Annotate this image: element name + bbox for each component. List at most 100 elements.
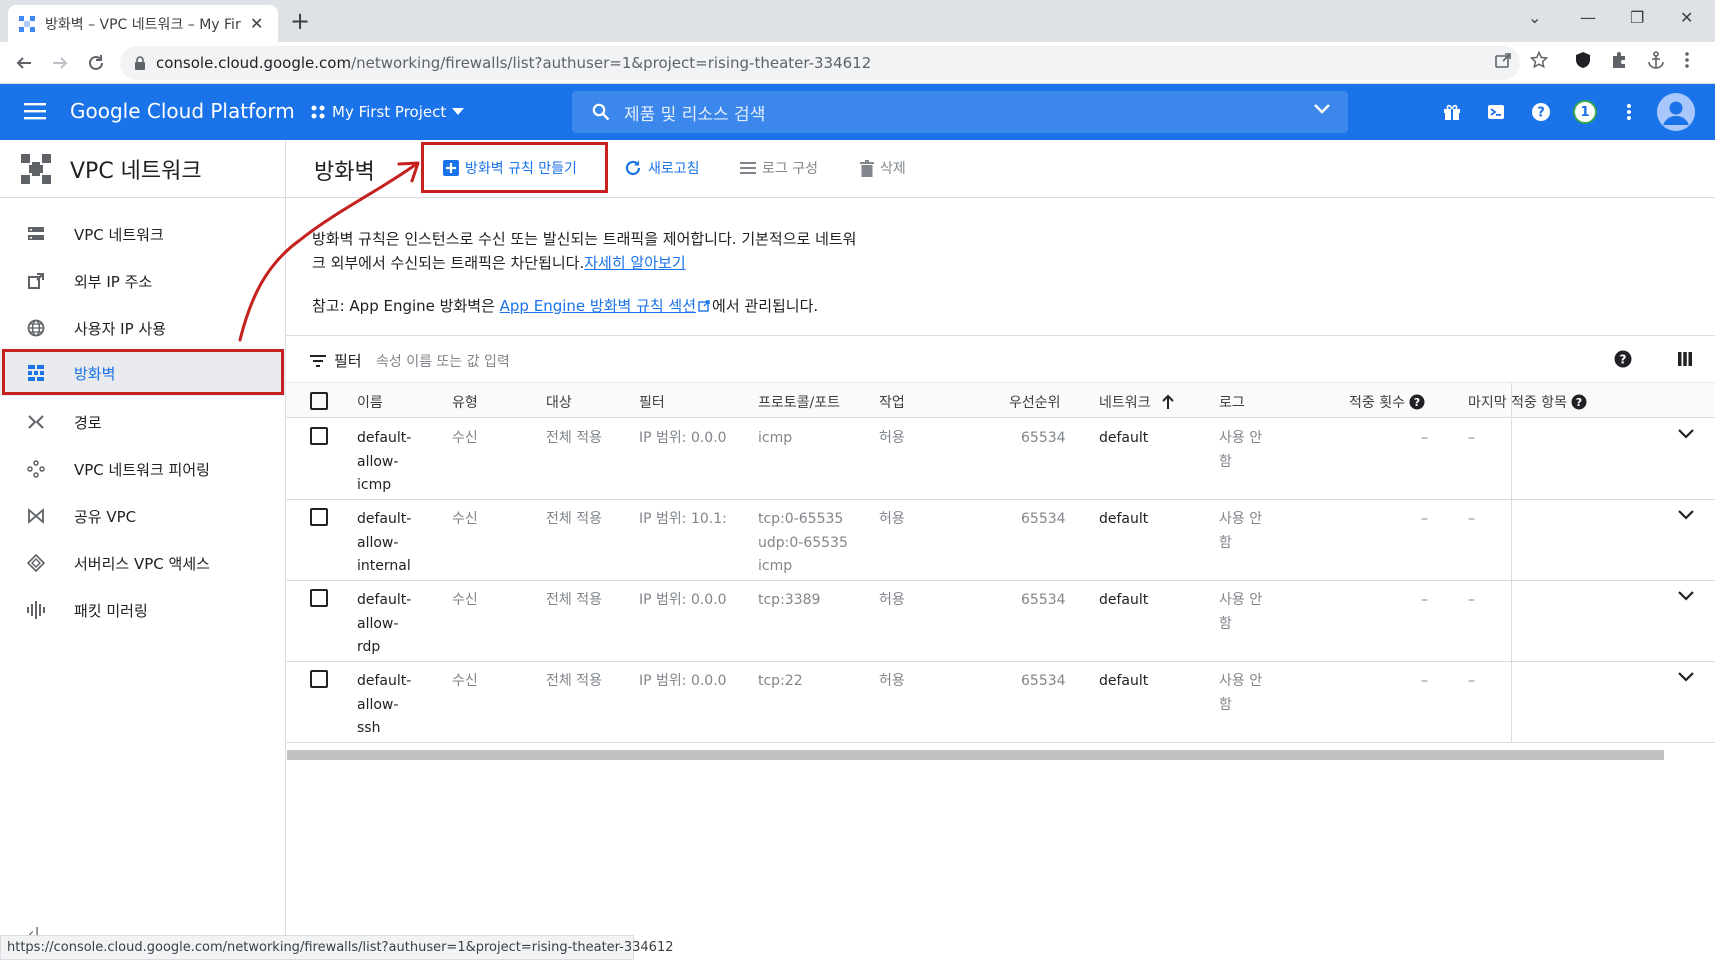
cell-targets: 전체 적용 bbox=[546, 592, 602, 608]
col-last-hit[interactable]: 마지막 적중 항목 ? bbox=[1468, 392, 1587, 412]
sidebar-item-serverless-vpc[interactable]: 서버리스 VPC 액세스 bbox=[0, 540, 286, 586]
sidebar-item-user-ip[interactable]: 사용자 IP 사용 bbox=[0, 305, 286, 351]
cell-network[interactable]: default bbox=[1099, 670, 1148, 694]
sidebar-item-label: 외부 IP 주소 bbox=[74, 272, 153, 291]
project-selector[interactable]: My First Project bbox=[310, 103, 465, 121]
sidebar-item-routes[interactable]: 경로 bbox=[0, 399, 286, 445]
configure-logs-button[interactable]: 로그 구성 bbox=[740, 158, 818, 178]
learn-more-link[interactable]: 자세히 알아보기 bbox=[584, 254, 685, 272]
row-checkbox[interactable] bbox=[310, 589, 328, 607]
restore-icon[interactable]: ❐ bbox=[1630, 8, 1644, 27]
notifications-badge[interactable]: 1 bbox=[1573, 100, 1597, 124]
cell-hit-count: – bbox=[1421, 673, 1428, 689]
expand-row-chevron-icon[interactable] bbox=[1678, 429, 1694, 439]
col-hit-count[interactable]: 적중 횟수 ? bbox=[1349, 392, 1425, 412]
column-divider bbox=[1511, 581, 1512, 661]
row-checkbox[interactable] bbox=[310, 670, 328, 688]
col-action[interactable]: 작업 bbox=[879, 392, 905, 412]
project-hierarchy-icon bbox=[310, 104, 326, 120]
select-all-checkbox[interactable] bbox=[310, 392, 328, 410]
cell-network[interactable]: default bbox=[1099, 427, 1148, 451]
sidebar-item-vpc-peering[interactable]: VPC 네트워크 피어링 bbox=[0, 446, 286, 492]
anchor-icon[interactable] bbox=[1647, 51, 1665, 69]
new-tab-icon[interactable]: + bbox=[290, 9, 310, 33]
col-type[interactable]: 유형 bbox=[452, 392, 478, 412]
avatar[interactable] bbox=[1657, 93, 1695, 131]
delete-button[interactable]: 삭제 bbox=[860, 158, 906, 178]
cell-type: 수신 bbox=[452, 592, 478, 608]
vpc-network-icon bbox=[26, 224, 46, 244]
expand-row-chevron-icon[interactable] bbox=[1678, 510, 1694, 520]
browser-tab[interactable]: 방화벽 – VPC 네트워크 – My First Project ✕ bbox=[8, 5, 278, 42]
sidebar-item-label: 서버리스 VPC 액세스 bbox=[74, 554, 210, 573]
hamburger-menu-icon[interactable] bbox=[24, 102, 46, 120]
cell-network[interactable]: default bbox=[1099, 508, 1148, 532]
filter-button[interactable]: 필터 bbox=[310, 350, 362, 371]
filter-input[interactable]: 속성 이름 또는 값 입력 bbox=[376, 351, 510, 371]
search-bar[interactable]: 제품 및 리소스 검색 bbox=[572, 91, 1348, 133]
sidebar-item-external-ip[interactable]: 외부 IP 주소 bbox=[0, 258, 286, 304]
cell-name[interactable]: default- allow- rdp bbox=[357, 589, 411, 660]
search-expand-chevron-icon[interactable] bbox=[1314, 104, 1330, 114]
sidebar-item-shared-vpc[interactable]: 공유 VPC bbox=[0, 493, 286, 539]
row-checkbox[interactable] bbox=[310, 427, 328, 445]
cell-name[interactable]: default- allow- ssh bbox=[357, 670, 411, 741]
app-engine-note: 참고: App Engine 방화벽은 App Engine 방화벽 규칙 섹션… bbox=[312, 297, 819, 315]
column-divider bbox=[1511, 383, 1512, 417]
app-engine-firewall-link[interactable]: App Engine 방화벽 규칙 섹션 bbox=[500, 297, 696, 315]
refresh-button[interactable]: 새로고침 bbox=[624, 158, 700, 178]
trash-icon bbox=[860, 159, 874, 177]
close-window-icon[interactable]: ✕ bbox=[1680, 8, 1693, 27]
minimize-icon[interactable]: — bbox=[1580, 8, 1596, 27]
cell-action: 허용 bbox=[879, 673, 905, 689]
cell-name[interactable]: default- allow- internal bbox=[357, 508, 411, 579]
col-logs[interactable]: 로그 bbox=[1219, 392, 1245, 412]
cell-action: 허용 bbox=[879, 511, 905, 527]
sidebar-item-packet-mirroring[interactable]: 패킷 미러링 bbox=[0, 587, 286, 633]
table-row: default- allow- ssh 수신 전체 적용 IP 범위: 0.0.… bbox=[286, 662, 1715, 743]
search-input[interactable]: 제품 및 리소스 검색 bbox=[624, 100, 765, 125]
col-network[interactable]: 네트워크 bbox=[1099, 392, 1175, 412]
col-targets[interactable]: 대상 bbox=[546, 392, 572, 412]
cell-protocols: icmp bbox=[758, 430, 793, 446]
help-icon[interactable]: ? bbox=[1571, 394, 1587, 410]
row-checkbox[interactable] bbox=[310, 508, 328, 526]
cell-priority: 65534 bbox=[1021, 673, 1066, 689]
url-text: console.cloud.google.com/networking/fire… bbox=[156, 54, 872, 72]
cell-protocols: tcp:0-65535 udp:0-65535 icmp bbox=[758, 511, 848, 574]
bookmark-star-icon[interactable] bbox=[1530, 51, 1548, 69]
gift-icon[interactable] bbox=[1440, 100, 1464, 124]
lock-icon bbox=[134, 56, 146, 70]
expand-row-chevron-icon[interactable] bbox=[1678, 591, 1694, 601]
share-icon[interactable] bbox=[1494, 51, 1512, 69]
help-icon[interactable]: ? bbox=[1409, 394, 1425, 410]
reload-icon[interactable] bbox=[84, 51, 108, 75]
extensions-puzzle-icon[interactable] bbox=[1610, 51, 1628, 69]
col-name[interactable]: 이름 bbox=[357, 392, 383, 412]
tab-search-icon[interactable]: ⌄ bbox=[1528, 8, 1541, 27]
forward-icon[interactable] bbox=[48, 51, 72, 75]
cell-filters: IP 범위: 0.0.0 bbox=[639, 592, 727, 608]
cell-name[interactable]: default- allow- icmp bbox=[357, 427, 411, 498]
browser-menu-icon[interactable] bbox=[1684, 51, 1690, 69]
help-icon[interactable]: ? bbox=[1529, 100, 1553, 124]
cell-network[interactable]: default bbox=[1099, 589, 1148, 613]
back-icon[interactable] bbox=[12, 51, 36, 75]
horizontal-scrollbar[interactable] bbox=[287, 750, 1664, 760]
col-priority[interactable]: 우선순위 bbox=[1009, 392, 1061, 412]
tab-close-icon[interactable]: ✕ bbox=[250, 14, 263, 33]
refresh-icon bbox=[624, 159, 642, 177]
app-title[interactable]: Google Cloud Platform bbox=[70, 99, 295, 123]
sidebar-item-vpc-network[interactable]: VPC 네트워크 bbox=[0, 211, 286, 257]
col-filters[interactable]: 필터 bbox=[639, 392, 665, 412]
cell-logs: 사용 안 함 bbox=[1219, 430, 1263, 470]
col-protocols[interactable]: 프로토콜/포트 bbox=[758, 392, 840, 412]
expand-row-chevron-icon[interactable] bbox=[1678, 672, 1694, 682]
column-display-icon[interactable] bbox=[1677, 351, 1693, 367]
status-bar-url: https://console.cloud.google.com/network… bbox=[0, 935, 674, 960]
url-field[interactable]: console.cloud.google.com/networking/fire… bbox=[120, 46, 1520, 80]
more-options-icon[interactable] bbox=[1617, 100, 1641, 124]
extension-shield-icon[interactable] bbox=[1574, 51, 1592, 69]
table-help-icon[interactable]: ? bbox=[1614, 350, 1632, 368]
cloud-shell-icon[interactable] bbox=[1484, 100, 1508, 124]
